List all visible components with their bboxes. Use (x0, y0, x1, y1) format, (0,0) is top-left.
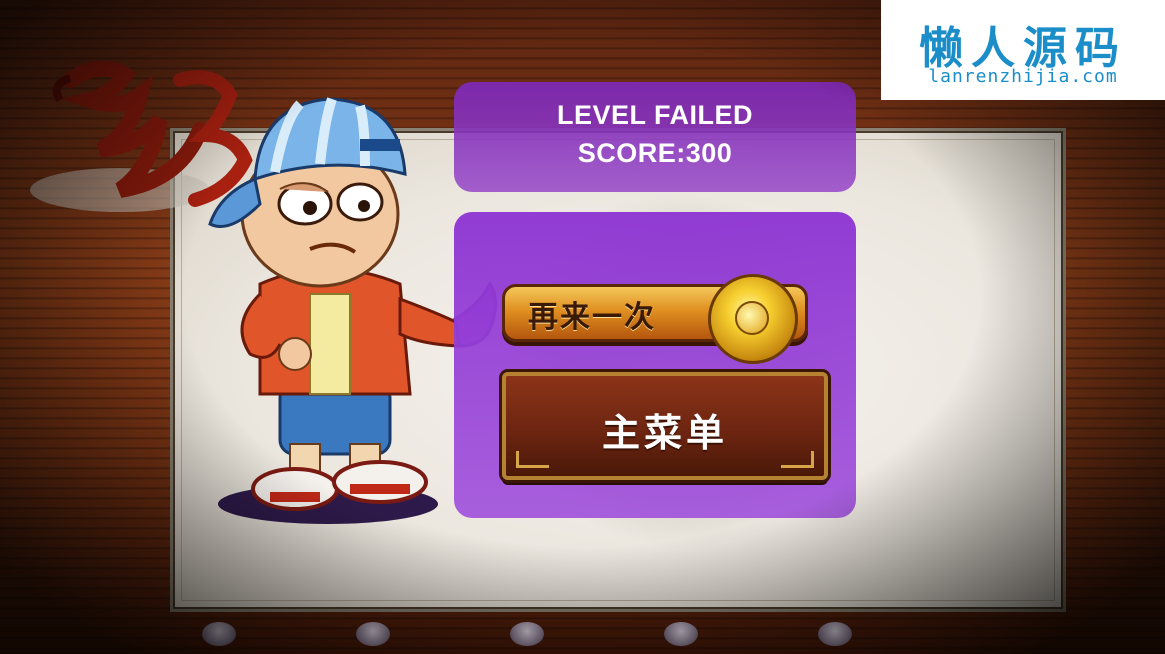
left-scroll-ornament (516, 451, 549, 468)
retry-button-label: 再来一次 (528, 301, 656, 334)
ornament-dot (356, 622, 390, 646)
level-failed-title: LEVEL FAILED (556, 100, 754, 130)
main-menu-button-label: 主菜单 (601, 413, 728, 455)
ornament-dot (510, 622, 544, 646)
retry-button[interactable]: 再来一次 (502, 274, 814, 364)
ornament-dot (202, 622, 236, 646)
score-text: SCORE:300 (577, 138, 733, 168)
gold-coin-icon (708, 274, 798, 364)
watermark-url: lanrenzhijia.com (928, 66, 1118, 87)
site-watermark: 懒人源码 lanrenzhijia.com (881, 0, 1165, 100)
ornament-dot (818, 622, 852, 646)
main-menu-button[interactable]: 主菜单 (502, 372, 828, 480)
bottom-ornament-dots (0, 616, 1165, 654)
right-scroll-ornament (781, 451, 814, 468)
ornament-dot (664, 622, 698, 646)
coin-center (735, 301, 769, 335)
result-panel: LEVEL FAILED SCORE:300 (454, 82, 856, 192)
